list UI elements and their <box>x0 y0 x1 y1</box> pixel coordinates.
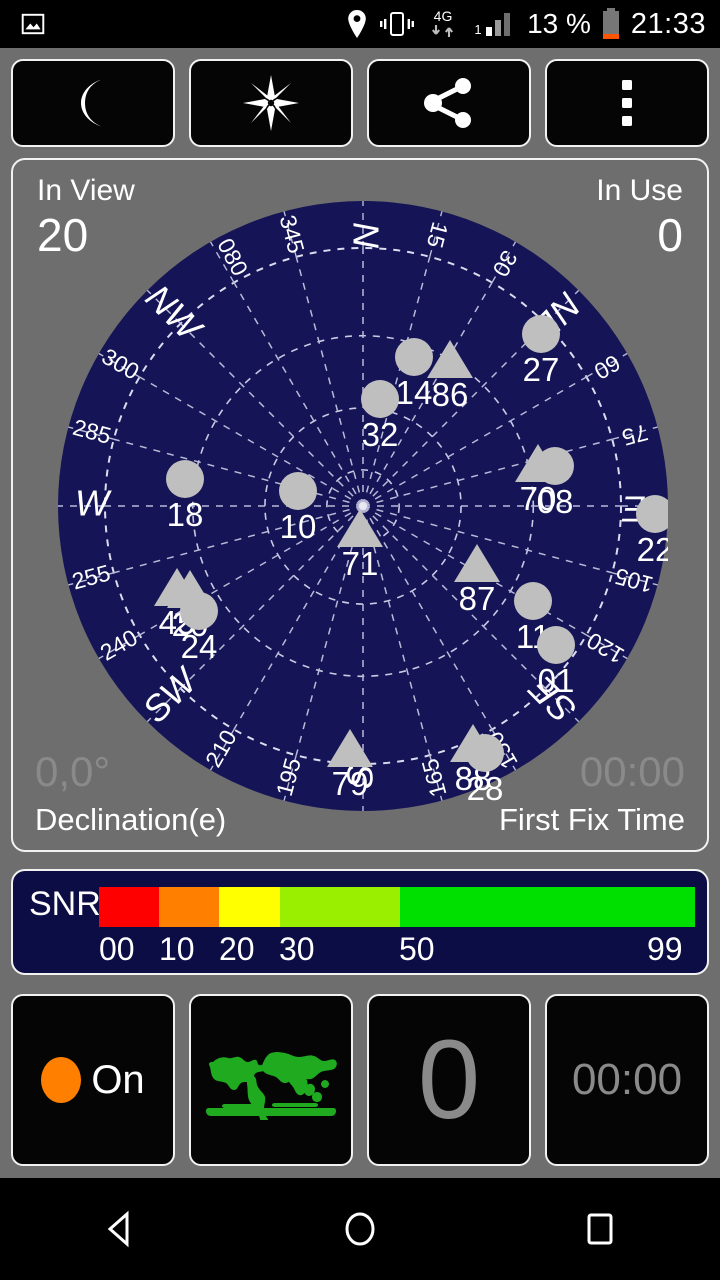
snr-tick-10: 10 <box>159 931 195 968</box>
snr-legend-panel: SNR 00 10 20 30 50 99 <box>11 869 709 975</box>
satellite-marker-14[interactable]: 14 <box>395 338 433 411</box>
gps-toggle-content: On <box>41 1057 144 1103</box>
more-vertical-icon <box>620 78 634 128</box>
cardinal-label-W: W <box>75 483 112 524</box>
world-map-icon <box>205 1040 337 1120</box>
compass-button[interactable] <box>189 59 353 147</box>
nav-home-button[interactable] <box>339 1208 381 1250</box>
satellite-circle-icon <box>180 592 218 630</box>
satellite-id-label: 01 <box>538 662 575 699</box>
satellite-circle-icon <box>279 472 317 510</box>
satellite-marker-27[interactable]: 27 <box>522 315 560 388</box>
snr-title-label: SNR <box>29 885 101 924</box>
status-dot-icon <box>41 1057 81 1103</box>
satellite-id-label: 08 <box>537 483 574 520</box>
night-mode-button[interactable] <box>11 59 175 147</box>
first-fix-label: First Fix Time <box>499 802 685 838</box>
snr-tick-00: 00 <box>99 931 135 968</box>
svg-text:1: 1 <box>474 22 481 37</box>
satellite-circle-icon <box>361 380 399 418</box>
satellite-marker-32[interactable]: 32 <box>361 380 399 453</box>
app-root: 4G 1 13 % 21:33 <box>0 0 720 1280</box>
location-pin-icon <box>345 9 369 39</box>
fix-count-value: 0 <box>418 1024 480 1136</box>
share-button[interactable] <box>367 59 531 147</box>
satellite-id-label: 14 <box>396 374 433 411</box>
satellite-id-label: 32 <box>362 416 399 453</box>
satellite-id-label: 22 <box>637 531 668 568</box>
status-right-icons: 4G 1 13 % 21:33 <box>345 7 706 41</box>
satellite-marker-24[interactable]: 24 <box>180 592 218 665</box>
vibrate-icon <box>380 10 414 38</box>
satellite-marker-18[interactable]: 18 <box>166 460 204 533</box>
share-icon <box>422 76 476 130</box>
status-left-icons <box>20 11 46 37</box>
bottom-button-row: On <box>0 985 720 1175</box>
satellite-id-label: 27 <box>523 351 560 388</box>
signal-bars-icon: 1 <box>472 9 516 39</box>
satellite-marker-08[interactable]: 08 <box>536 447 574 520</box>
zenith-marker <box>359 502 367 510</box>
satellite-circle-icon <box>536 447 574 485</box>
snr-tick-30: 30 <box>279 931 315 968</box>
satellite-id-label: 71 <box>342 545 379 582</box>
clock-label: 21:33 <box>631 8 706 41</box>
declination-label: Declination(e) <box>35 802 226 838</box>
android-nav-bar <box>0 1178 720 1280</box>
elapsed-time-button[interactable]: 00:00 <box>545 994 709 1166</box>
svg-text:N: N <box>345 222 386 249</box>
compass-star-icon <box>242 74 300 132</box>
svg-text:W: W <box>75 483 112 524</box>
satellite-id-label: 86 <box>432 376 469 413</box>
world-map-button[interactable] <box>189 994 353 1166</box>
satellite-circle-icon <box>537 626 575 664</box>
sky-plot-panel[interactable]: In View 20 In Use 0 15306075105120150165… <box>11 158 709 852</box>
snr-color-bar <box>99 887 695 927</box>
snr-segment-4 <box>400 887 695 927</box>
image-icon <box>20 11 46 37</box>
first-fix-value: 00:00 <box>580 748 685 796</box>
satellite-id-label: 87 <box>459 580 496 617</box>
satellite-id-label: 24 <box>181 628 218 665</box>
snr-segment-2 <box>219 887 279 927</box>
snr-tick-50: 50 <box>399 931 435 968</box>
gps-toggle-label: On <box>91 1058 144 1103</box>
moon-icon <box>71 77 115 129</box>
sky-plot-svg: 1530607510512015016519521024025528530034… <box>58 201 668 811</box>
satellite-id-label: 28 <box>467 770 504 807</box>
snr-tick-99: 99 <box>647 931 683 968</box>
sky-plot-chart[interactable]: 1530607510512015016519521024025528530034… <box>58 201 668 811</box>
nav-back-button[interactable] <box>99 1208 141 1250</box>
satellite-circle-icon <box>466 734 504 772</box>
battery-icon <box>602 8 620 40</box>
fix-count-button[interactable]: 0 <box>367 994 531 1166</box>
satellite-id-label: 18 <box>167 496 204 533</box>
status-bar: 4G 1 13 % 21:33 <box>0 0 720 48</box>
top-toolbar <box>0 48 720 158</box>
network-4g-icon: 4G <box>425 7 461 41</box>
satellite-id-label: 10 <box>280 508 317 545</box>
satellite-circle-icon <box>514 582 552 620</box>
satellite-marker-10[interactable]: 10 <box>279 472 317 545</box>
battery-percent-label: 13 % <box>527 8 591 40</box>
elapsed-time-value: 00:00 <box>572 1055 682 1105</box>
satellite-marker-28[interactable]: 28 <box>466 734 504 807</box>
gps-toggle-button[interactable]: On <box>11 994 175 1166</box>
declination-value: 0,0° <box>35 748 110 796</box>
snr-scale-ticks: 00 10 20 30 50 99 <box>13 931 711 971</box>
snr-segment-0 <box>99 887 159 927</box>
overflow-menu-button[interactable] <box>545 59 709 147</box>
svg-text:4G: 4G <box>434 8 453 24</box>
satellite-circle-icon <box>522 315 560 353</box>
snr-segment-3 <box>280 887 400 927</box>
nav-recents-button[interactable] <box>579 1208 621 1250</box>
satellite-marker-01[interactable]: 01 <box>537 626 575 699</box>
snr-tick-20: 20 <box>219 931 255 968</box>
satellite-marker-22[interactable]: 22 <box>636 495 668 568</box>
satellite-id-label: 79 <box>332 765 369 802</box>
snr-segment-1 <box>159 887 219 927</box>
cardinal-label-N: N <box>345 222 386 249</box>
satellite-circle-icon <box>166 460 204 498</box>
satellite-circle-icon <box>395 338 433 376</box>
